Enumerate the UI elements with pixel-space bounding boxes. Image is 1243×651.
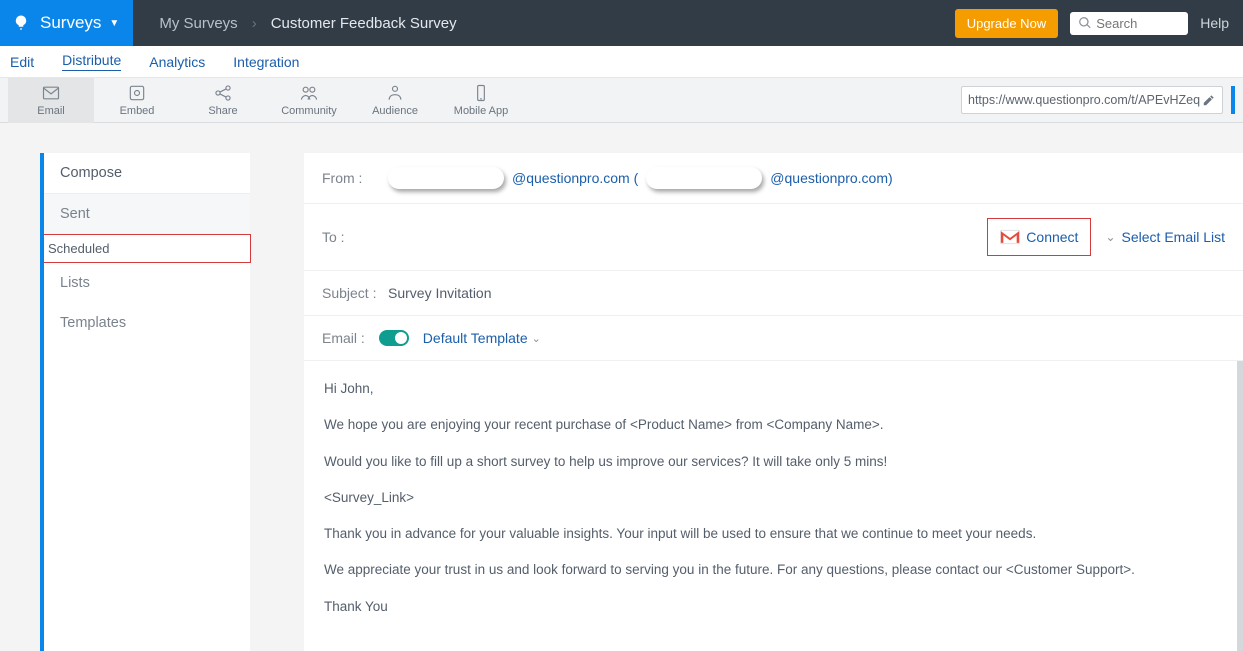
body-line: We appreciate your trust in us and look … [324,560,1217,580]
survey-url-box[interactable] [961,86,1223,114]
nav-analytics[interactable]: Analytics [149,54,205,70]
chevron-down-icon: ⌄ [532,332,541,345]
gmail-connect-button[interactable]: Connect [987,218,1091,256]
body-line: Thank You [324,597,1217,617]
email-icon [41,83,61,103]
toolbar-edge [1231,86,1235,114]
to-label: To : [322,229,380,245]
sidebar-item-sent[interactable]: Sent [44,194,250,234]
tool-mobile[interactable]: Mobile App [438,78,524,123]
connect-label: Connect [1026,229,1078,245]
template-label: Default Template [423,330,528,346]
edit-icon[interactable] [1202,93,1216,107]
from-name-redacted [388,167,504,189]
email-toggle[interactable] [379,330,409,346]
top-right-group: Upgrade Now Help [955,0,1243,46]
nav-integration[interactable]: Integration [233,54,299,70]
embed-icon [127,83,147,103]
tool-share[interactable]: Share [180,78,266,123]
breadcrumb: My Surveys › Customer Feedback Survey [133,0,954,46]
tool-audience-label: Audience [372,105,418,117]
from-email-redacted [646,167,762,189]
body-line: Thank you in advance for your valuable i… [324,524,1217,544]
select-email-list[interactable]: ⌄ Select Email List [1105,229,1225,245]
logo-icon [10,12,32,34]
template-dropdown[interactable]: Default Template ⌄ [423,330,541,346]
chevron-down-icon: ⌄ [1105,230,1115,244]
nav-edit[interactable]: Edit [10,54,34,70]
from-row: From : @questionpro.com ( @questionpro.c… [304,153,1243,204]
from-domain-2: @questionpro.com) [770,170,892,186]
secondary-nav: Edit Distribute Analytics Integration [0,46,1243,78]
brand-label: Surveys [40,13,101,33]
share-icon [213,83,233,103]
tool-embed-label: Embed [120,105,155,117]
subject-label: Subject : [322,285,380,301]
survey-url-input[interactable] [968,93,1202,107]
tool-email-label: Email [37,105,65,117]
sidebar-item-templates[interactable]: Templates [44,303,250,343]
body-line: Would you like to fill up a short survey… [324,452,1217,472]
to-row: To : Connect ⌄ Select Email List [304,204,1243,271]
nav-distribute[interactable]: Distribute [62,52,121,71]
sidebar-item-compose[interactable]: Compose [44,153,250,194]
help-link[interactable]: Help [1200,15,1229,31]
gmail-icon [1000,229,1020,245]
breadcrumb-root[interactable]: My Surveys [159,15,237,32]
sidebar: Compose Sent Scheduled Lists Templates [40,153,250,651]
mobile-icon [471,83,491,103]
select-list-label: Select Email List [1122,229,1225,245]
tool-embed[interactable]: Embed [94,78,180,123]
tool-share-label: Share [208,105,237,117]
sidebar-item-lists[interactable]: Lists [44,263,250,303]
body-line: Hi John, [324,379,1217,399]
caret-down-icon: ▼ [109,18,119,29]
subject-row: Subject : Survey Invitation [304,271,1243,316]
product-switcher[interactable]: Surveys ▼ [0,0,133,46]
from-domain-1: @questionpro.com ( [512,170,638,186]
tool-audience[interactable]: Audience [352,78,438,123]
email-label: Email : [322,330,365,346]
chevron-right-icon: › [252,15,257,32]
breadcrumb-current: Customer Feedback Survey [271,15,457,32]
search-icon [1078,16,1092,30]
search-box[interactable] [1070,12,1188,35]
tool-email[interactable]: Email [8,78,94,123]
community-icon [299,83,319,103]
sidebar-item-scheduled[interactable]: Scheduled [43,234,251,263]
body-line: We hope you are enjoying your recent pur… [324,415,1217,435]
compose-panel: From : @questionpro.com ( @questionpro.c… [304,153,1243,651]
search-input[interactable] [1096,16,1180,31]
email-template-row: Email : Default Template ⌄ [304,316,1243,361]
distribute-toolbar: Email Embed Share Community Audience Mob… [0,78,1243,123]
top-bar: Surveys ▼ My Surveys › Customer Feedback… [0,0,1243,46]
tool-mobile-label: Mobile App [454,105,508,117]
subject-value[interactable]: Survey Invitation [388,285,492,301]
tool-community[interactable]: Community [266,78,352,123]
email-body-editor[interactable]: Hi John, We hope you are enjoying your r… [304,361,1243,651]
upgrade-button[interactable]: Upgrade Now [955,9,1059,38]
body-line: <Survey_Link> [324,488,1217,508]
body-area: Compose Sent Scheduled Lists Templates F… [0,123,1243,651]
tool-community-label: Community [281,105,337,117]
audience-icon [385,83,405,103]
from-label: From : [322,170,380,186]
